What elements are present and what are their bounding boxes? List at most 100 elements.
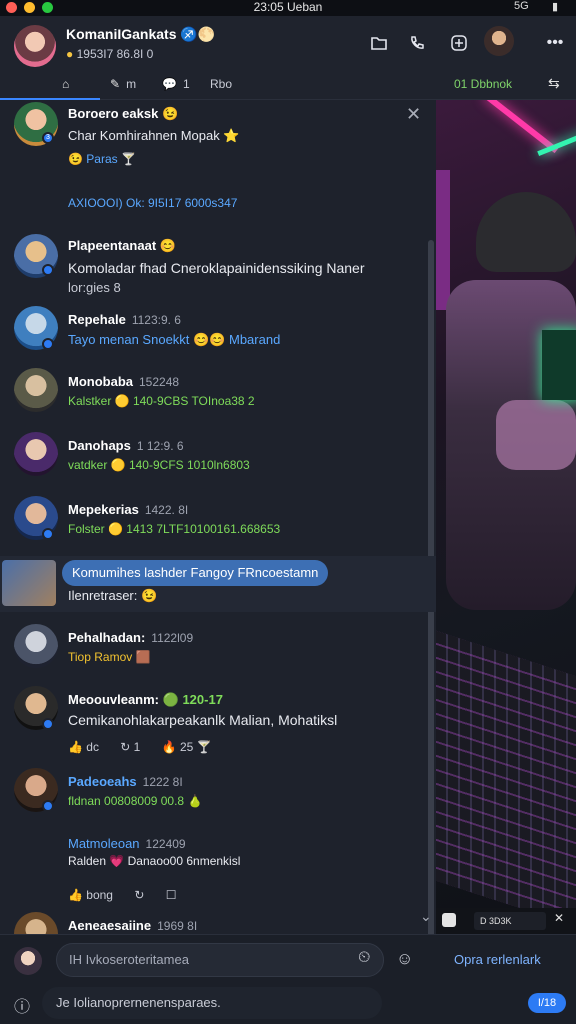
sender-avatar[interactable]: [14, 912, 58, 934]
scroll-down-icon[interactable]: ⌄: [420, 908, 432, 925]
highlighted-message-bubble[interactable]: Komumihes lashder Fangoy FRncoestamn: [62, 560, 329, 586]
add-icon[interactable]: [446, 30, 472, 56]
sender-name-text: Plapeentanaat: [68, 238, 157, 253]
message-input[interactable]: IH Ivkoseroteritamea: [56, 943, 384, 977]
repost-reaction[interactable]: ↻ 1: [120, 740, 140, 754]
monitor-glow: [542, 330, 576, 400]
media-preview[interactable]: D 3D3K ✕: [436, 100, 576, 934]
message-time: 1 12:9. 6: [136, 439, 184, 453]
message-text: Char Komhirahnen Mopak ⭐: [68, 128, 240, 143]
message-input-placeholder: IH Ivkoseroteritamea: [69, 952, 189, 967]
message-highlight: 😉 Paras 🍸: [68, 152, 136, 166]
message-time: 1422. 8I: [144, 503, 189, 517]
sender-emoji: 😊: [159, 238, 176, 253]
keyboard-image: [436, 630, 576, 934]
my-avatar[interactable]: [14, 947, 42, 975]
message-list[interactable]: ✕ 3 Boroero eaksk 😉 Char Komhirahnen Mop…: [0, 100, 436, 934]
more-options-icon[interactable]: •••: [542, 30, 568, 56]
repost-reaction[interactable]: ↻: [134, 888, 144, 902]
signal-label: 5G: [514, 0, 529, 12]
sender-name[interactable]: Mepekerias 1422. 8I: [68, 502, 188, 517]
sender-emoji: 😉: [161, 106, 179, 121]
message-meta-text: AXIOOOI) Ok: 9I5I17 6000s347: [68, 196, 238, 210]
tab-edit[interactable]: ✎ m: [110, 77, 136, 91]
sender-avatar[interactable]: [14, 432, 58, 476]
message-text: lor:gies 8: [68, 280, 121, 295]
sender-name[interactable]: Plapeentanaat 😊: [68, 238, 176, 254]
sender-name[interactable]: Aeneaesaiine 1969 8I: [68, 918, 197, 933]
tab-comments[interactable]: 💬 1: [162, 77, 190, 91]
sender-avatar[interactable]: [14, 624, 58, 668]
phone-icon[interactable]: [404, 30, 430, 56]
emoji-icon[interactable]: ☺: [396, 949, 413, 969]
message-time: 1123:9. 6: [131, 313, 181, 327]
swap-icon[interactable]: ⇆: [548, 75, 560, 92]
fire-reaction[interactable]: 🔥 25 🍸: [162, 740, 212, 754]
message-meta: AXIOOOI) Ok: 9I5I17 6000s347: [68, 196, 237, 210]
sender-name-text: Monobaba: [68, 374, 133, 389]
message-text: fldnan 00808009 00.8 🍐: [68, 794, 203, 808]
share-reaction[interactable]: ☐: [166, 888, 177, 902]
message-text: Ilenretraser: 😉: [68, 588, 158, 603]
message-text: Cemikanohlakarpeakanlk Malian, Mohatiksl: [68, 712, 338, 728]
contact-avatar[interactable]: [14, 25, 56, 67]
character-arm: [496, 400, 576, 470]
battery-icon: ▮: [552, 1, 559, 13]
sender-name[interactable]: Padeoeahs 1222 8I: [68, 774, 183, 789]
info-icon[interactable]: ⓘ: [14, 993, 30, 1017]
neon-light: [436, 170, 450, 310]
sender-thumbnail[interactable]: [2, 560, 56, 606]
profile-avatar[interactable]: [484, 26, 514, 56]
sender-name[interactable]: Danohaps 1 12:9. 6: [68, 438, 184, 453]
close-icon[interactable]: ✕: [406, 104, 421, 125]
message-time: 1122l09: [151, 631, 194, 645]
message-text-content: Tayo menan Snoekkt 😊😊 Mbarand: [68, 332, 281, 347]
secondary-input-placeholder: Je Iolianoprernenensparaes.: [56, 995, 221, 1010]
open-link[interactable]: Opra rerlenlark: [454, 952, 541, 967]
tab-bar: ⌂ ✎ m 💬 1 Rbo 01 Dbbnok ⇆: [0, 72, 576, 100]
sender-name[interactable]: Monobaba 152248: [68, 374, 179, 389]
send-button[interactable]: I/18: [528, 993, 566, 1013]
folder-icon[interactable]: [366, 30, 392, 56]
contact-name-icons: ♐🌕: [180, 26, 216, 42]
like-reaction[interactable]: 👍 bong: [68, 888, 113, 902]
reaction-row: 👍 dc ↻ 1 🔥 25 🍸: [68, 740, 230, 754]
tab-comments-label: 1: [182, 77, 190, 91]
sender-name[interactable]: Repehale 1123:9. 6: [68, 312, 181, 327]
contact-name-text: KomaniIGankats: [66, 26, 177, 42]
sender-name[interactable]: Meoouvleanm: 🟢 120-17: [68, 692, 223, 708]
sender-name[interactable]: Boroero eaksk 😉: [68, 106, 178, 122]
sender-name[interactable]: Pehalhadan: 1122l09: [68, 630, 193, 645]
contact-subtitle: ● 1953I7 86.8I 0: [66, 47, 153, 61]
avatar-badge: [42, 338, 54, 350]
tab-other[interactable]: Rbo: [210, 77, 232, 91]
avatar-badge: 3: [42, 132, 54, 144]
close-media-icon[interactable]: ✕: [554, 911, 564, 925]
window-status-bar: 23:05 Ueban 5G ▮: [0, 0, 576, 16]
sender-name-text: Meoouvleanm:: [68, 692, 160, 707]
message-text: 😉 Paras 🍸: [68, 152, 136, 166]
media-thumbnail-icon[interactable]: [442, 913, 456, 927]
tab-home[interactable]: ⌂: [62, 77, 75, 91]
tab-other-label: Rbo: [210, 77, 233, 91]
comment-icon: 💬: [162, 77, 177, 91]
sender-name-text: Matmoleoan: [68, 836, 140, 851]
message-text: Ralden 💗 Danaoo00 6nmenkisl: [68, 854, 241, 868]
sender-avatar[interactable]: [14, 368, 58, 412]
clock: 23:05 Ueban: [253, 0, 323, 14]
sender-name-text: Pehalhadan:: [68, 630, 146, 645]
media-label[interactable]: D 3D3K: [474, 912, 546, 930]
contact-subtitle-text: 1953I7 86.8I 0: [76, 47, 154, 61]
neon-light: [483, 100, 559, 154]
tab-right-status[interactable]: 01 Dbbnok: [454, 77, 512, 91]
avatar-badge: [42, 528, 54, 540]
sender-name[interactable]: Matmoleoan 122409: [68, 836, 186, 851]
chat-header: KomaniIGankats ♐🌕 ● 1953I7 86.8I 0 •••: [0, 16, 576, 72]
like-reaction[interactable]: 👍 dc: [68, 740, 99, 754]
contact-name[interactable]: KomaniIGankats ♐🌕: [66, 26, 215, 43]
sender-name-text: Aeneaesaiine: [68, 918, 152, 933]
sender-name-text: Boroero eaksk: [68, 106, 159, 121]
composer: IH Ivkoseroteritamea ⏲ ☺ Opra rerlenlark…: [0, 934, 576, 1024]
attach-icon[interactable]: ⏲: [358, 949, 370, 967]
secondary-input[interactable]: Je Iolianoprernenensparaes.: [42, 987, 382, 1019]
